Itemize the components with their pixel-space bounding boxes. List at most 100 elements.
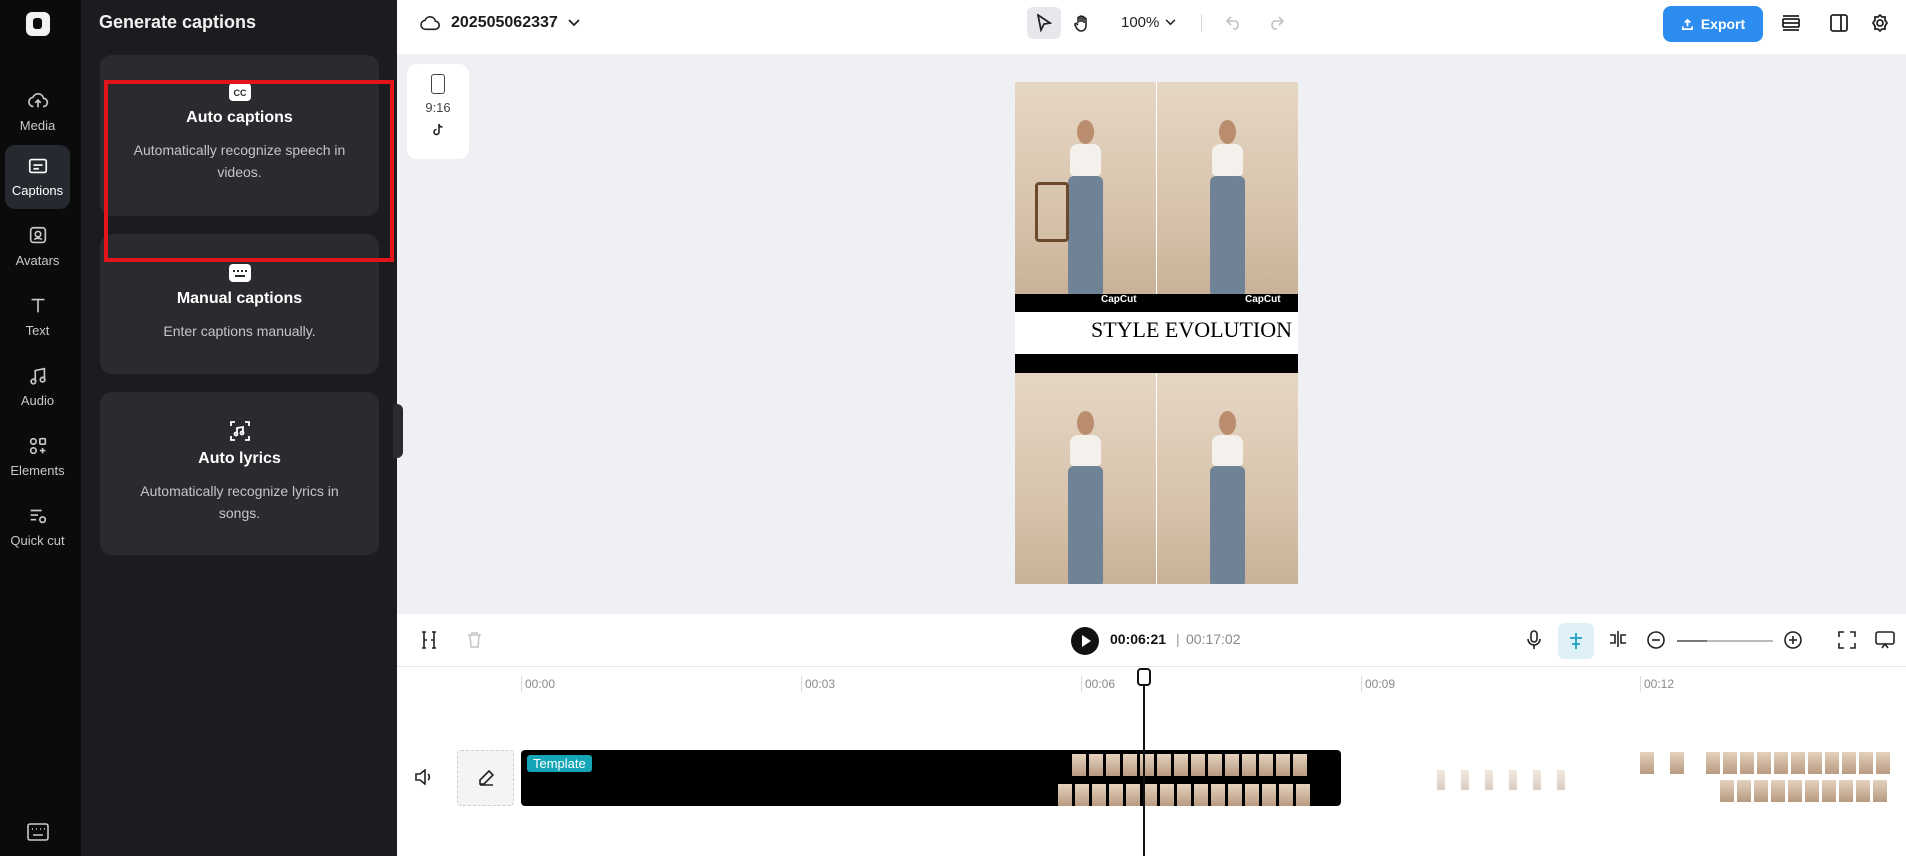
zoom-in-icon[interactable] bbox=[1784, 631, 1802, 649]
split-clip-icon[interactable] bbox=[1608, 630, 1628, 648]
rail-label: Elements bbox=[10, 463, 65, 478]
undo-icon bbox=[1226, 16, 1239, 30]
time-tick: 00:06 bbox=[1085, 677, 1116, 691]
rail-item-media[interactable]: Media bbox=[5, 80, 70, 144]
svg-text:CC: CC bbox=[233, 88, 246, 98]
clip-thumbnails bbox=[1058, 784, 1310, 806]
card-description: Enter captions manually. bbox=[163, 323, 316, 339]
time-separator: | bbox=[1176, 631, 1180, 647]
tick-mark bbox=[521, 676, 522, 692]
photo-bottom-right bbox=[1157, 373, 1298, 584]
cursor-icon bbox=[1036, 14, 1052, 32]
total-time: 00:17:02 bbox=[1186, 631, 1241, 647]
clip-thumbnails bbox=[1720, 780, 1887, 802]
caption-preview-icon[interactable] bbox=[1875, 631, 1895, 649]
tick-mark bbox=[1081, 676, 1082, 692]
rail-item-elements[interactable]: Elements bbox=[5, 425, 70, 489]
card-description: Automatically recognize lyrics in songs. bbox=[140, 483, 339, 521]
rail-item-captions[interactable]: Captions bbox=[5, 145, 70, 209]
snap-icon bbox=[1570, 633, 1582, 649]
rail-label: Captions bbox=[11, 183, 64, 198]
sparse-thumbnails bbox=[1437, 770, 1565, 790]
export-button[interactable]: Export bbox=[1663, 6, 1763, 42]
divider bbox=[1201, 14, 1202, 32]
panel-layout-button[interactable] bbox=[1822, 7, 1856, 39]
tick-mark bbox=[1361, 676, 1362, 692]
rail-label: Avatars bbox=[15, 253, 60, 268]
time-tick: 00:09 bbox=[1365, 677, 1396, 691]
card-description: Automatically recognize speech in videos… bbox=[133, 142, 346, 180]
auto-captions-card[interactable]: CC Auto captions Automatically recognize… bbox=[100, 55, 379, 216]
magnet-toggle[interactable] bbox=[1558, 623, 1594, 659]
time-tick: 00:03 bbox=[805, 677, 836, 691]
zoom-dropdown[interactable]: 100% bbox=[1121, 14, 1176, 31]
cloud-icon bbox=[420, 16, 441, 31]
redo-icon bbox=[1271, 16, 1284, 30]
rail-item-audio[interactable]: Audio bbox=[5, 355, 70, 419]
cc-icon: CC bbox=[228, 83, 251, 101]
photo-top-right bbox=[1157, 82, 1298, 294]
timeline-zoom-slider[interactable] bbox=[1677, 640, 1773, 642]
card-title: Auto captions bbox=[186, 109, 293, 126]
playhead-handle[interactable] bbox=[1137, 668, 1151, 686]
rail-label: Audio bbox=[20, 393, 55, 408]
zoom-out-icon[interactable] bbox=[1647, 631, 1665, 649]
keyboard-shortcuts-icon[interactable] bbox=[27, 823, 49, 841]
time-tick: 00:00 bbox=[525, 677, 556, 691]
split-icon[interactable] bbox=[421, 631, 437, 649]
project-menu[interactable]: 202505062337 bbox=[419, 0, 580, 46]
captions-panel: Generate captions CC Auto captions Autom… bbox=[81, 0, 397, 856]
split-panel-icon bbox=[1830, 14, 1848, 32]
panel-title: Generate captions bbox=[99, 12, 257, 32]
portrait-frame-icon bbox=[431, 74, 445, 94]
playhead[interactable] bbox=[1143, 668, 1145, 856]
hand-icon bbox=[1074, 15, 1087, 32]
card-title: Manual captions bbox=[176, 290, 303, 307]
clip-thumbnails bbox=[1072, 754, 1307, 776]
layers-icon bbox=[1782, 15, 1800, 31]
music-note-icon bbox=[29, 367, 46, 385]
headline-text: STYLE EVOLUTION bbox=[1090, 317, 1292, 342]
tick-mark bbox=[1640, 676, 1641, 692]
chevron-down-icon bbox=[1165, 19, 1176, 26]
template-badge: Template bbox=[527, 755, 592, 772]
tiktok-icon bbox=[433, 123, 443, 136]
trash-icon[interactable] bbox=[467, 631, 482, 648]
rail-item-text[interactable]: Text bbox=[5, 285, 70, 349]
redo-button[interactable] bbox=[1259, 7, 1293, 39]
black-divider-band bbox=[1015, 354, 1298, 373]
cover-edit-box[interactable] bbox=[457, 750, 514, 806]
auto-lyrics-card[interactable]: Auto lyrics Automatically recognize lyri… bbox=[100, 392, 379, 555]
lyrics-icon bbox=[229, 421, 250, 441]
track-volume-icon[interactable] bbox=[415, 769, 433, 785]
brand-logo-text: CapCut bbox=[1245, 294, 1281, 305]
clip-thumbnails bbox=[1706, 752, 1890, 774]
play-button[interactable] bbox=[1071, 627, 1099, 655]
rail-item-avatars[interactable]: Avatars bbox=[5, 215, 70, 279]
layers-button[interactable] bbox=[1774, 7, 1808, 39]
collapse-panel-handle[interactable] bbox=[393, 404, 403, 458]
top-bar: 202505062337 100% Export bbox=[397, 0, 1906, 54]
current-time: 00:06:21 bbox=[1110, 631, 1167, 647]
video-canvas[interactable]: CapCut CapCut STYLE EVOLUTION bbox=[1015, 82, 1298, 584]
app-logo[interactable] bbox=[26, 12, 50, 36]
card-title: Auto lyrics bbox=[198, 450, 281, 467]
manual-captions-card[interactable]: Manual captions Enter captions manually. bbox=[100, 234, 379, 374]
select-tool-button[interactable] bbox=[1027, 7, 1061, 39]
brand-logo-text: CapCut bbox=[1101, 294, 1137, 305]
fullscreen-icon[interactable] bbox=[1838, 631, 1856, 649]
text-icon bbox=[31, 298, 44, 313]
rail-item-quick-cut[interactable]: Quick cut bbox=[5, 495, 70, 575]
chair-shape bbox=[1035, 182, 1069, 242]
undo-button[interactable] bbox=[1217, 7, 1251, 39]
settings-button[interactable] bbox=[1863, 7, 1897, 39]
rail-label: Text bbox=[25, 323, 50, 338]
avatar-icon bbox=[29, 226, 46, 244]
photo-bottom-left bbox=[1015, 373, 1156, 584]
keyboard-icon bbox=[228, 264, 251, 282]
hand-tool-button[interactable] bbox=[1065, 7, 1099, 39]
captions-icon bbox=[28, 158, 47, 174]
microphone-icon[interactable] bbox=[1527, 630, 1541, 650]
zoom-level: 100% bbox=[1121, 14, 1160, 31]
aspect-ratio-widget[interactable]: 9:16 bbox=[407, 64, 469, 159]
